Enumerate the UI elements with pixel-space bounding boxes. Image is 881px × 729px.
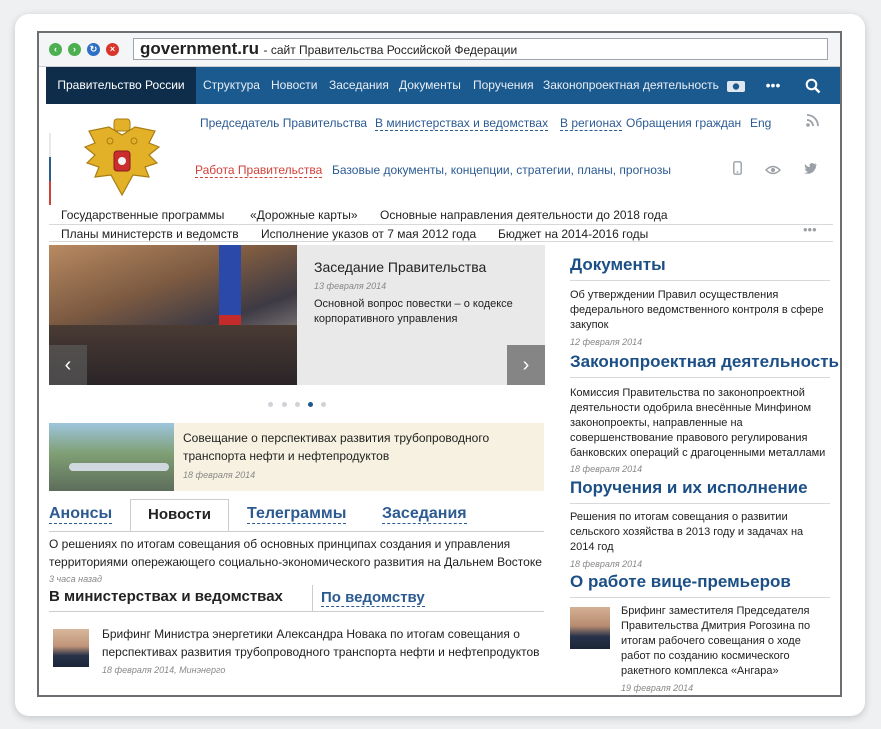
nav-documents[interactable]: Документы [399,67,461,104]
documents-heading[interactable]: Документы [570,255,666,275]
slider-title: Заседание Правительства [314,259,487,275]
more-links-icon[interactable]: ••• [803,222,817,237]
tab-announcements[interactable]: Анонсы [49,505,113,524]
link-english[interactable]: Eng [750,116,771,130]
divider [570,280,830,281]
link-decrees[interactable]: Исполнение указов от 7 мая 2012 года [261,227,476,241]
orders-heading[interactable]: Поручения и их исполнение [570,478,808,498]
divider [49,224,833,225]
link-appeals[interactable]: Обращения граждан [626,116,741,130]
link-gov-programs[interactable]: Государственные программы [61,208,224,222]
slider-dot[interactable] [321,402,326,407]
slider-dot[interactable] [295,402,300,407]
orders-date: 18 февраля 2014 [570,559,643,569]
flag-stripe-red [49,181,51,205]
more-icon[interactable]: ••• [758,67,788,104]
nav-meetings[interactable]: Заседания [329,67,389,104]
eye-icon[interactable] [765,163,781,178]
tab-by-ministry[interactable]: По ведомству [321,589,425,607]
slider-dot[interactable] [268,402,273,407]
divider [570,503,830,504]
lawmaking-heading[interactable]: Законопроектная деятельность [570,352,839,372]
slider-prev-icon[interactable]: ‹ [49,345,87,385]
documents-date: 12 февраля 2014 [570,337,643,347]
feature-news[interactable]: Совещание о перспективах развития трубоп… [49,423,544,491]
link-roadmaps[interactable]: «Дорожные карты» [250,208,358,222]
ministries-heading: В министерствах и ведомствах [49,588,283,605]
link-ministries[interactable]: В министерствах и ведомствах [375,116,549,131]
divider [570,377,830,378]
avatar [570,607,610,649]
vice-premiers-date: 19 февраля 2014 [621,683,694,693]
nav-lawmaking[interactable]: Законопроектная деятельность [543,67,719,104]
coat-of-arms-logo[interactable] [81,117,163,205]
news-item[interactable]: О решениях по итогам совещания об основн… [49,535,544,571]
link-main-directions[interactable]: Основные направления деятельности до 201… [380,208,668,222]
stop-icon[interactable]: × [106,43,119,56]
flag-stripe-blue [49,157,51,181]
twitter-icon[interactable] [804,162,818,177]
slider-dot[interactable] [282,402,287,407]
address-bar[interactable]: government.ru - сайт Правительства Росси… [133,38,828,60]
reload-icon[interactable]: ↻ [87,43,100,56]
page-title: - сайт Правительства Российской Федераци… [263,43,518,57]
tabs-divider [49,531,544,532]
divider [49,241,833,242]
divider [570,597,830,598]
slider-date: 13 февраля 2014 [314,281,387,291]
tab-meetings[interactable]: Заседания [382,505,467,524]
avatar [53,629,89,667]
pipeline-shape [69,463,169,471]
ministry-news-date: 18 февраля 2014, Минэнерго [102,665,226,675]
link-ministry-plans[interactable]: Планы министерств и ведомств [61,227,239,241]
divider [49,611,544,612]
browser-window: ‹ › ↻ × government.ru - сайт Правительст… [37,31,842,697]
documents-item[interactable]: Об утверждении Правил осуществления феде… [570,288,825,333]
nav-orders[interactable]: Поручения [473,67,534,104]
link-base-documents[interactable]: Базовые документы, концепции, стратегии,… [332,163,671,177]
slider-next-icon[interactable]: › [507,345,545,385]
tab-telegrams[interactable]: Телеграммы [247,505,347,524]
nav-news[interactable]: Новости [271,67,317,104]
forward-icon[interactable]: › [68,43,81,56]
orders-item[interactable]: Решения по итогам совещания о развитии с… [570,510,830,555]
slider-text: Основной вопрос повестки – о кодексе кор… [314,298,513,325]
search-icon[interactable] [798,67,828,104]
rss-icon[interactable] [806,114,819,130]
link-regions[interactable]: В регионах [560,116,622,131]
feature-news-date: 18 февраля 2014 [183,470,256,480]
browser-toolbar: ‹ › ↻ × government.ru - сайт Правительст… [39,33,840,67]
mobile-icon[interactable] [733,161,742,178]
url-domain: government.ru [140,39,260,58]
news-time: 3 часа назад [49,574,102,584]
pipeline-photo [49,423,174,491]
divider [312,585,313,612]
back-icon[interactable]: ‹ [49,43,62,56]
flag-stripe-white [49,133,51,157]
camera-icon[interactable] [721,67,751,104]
nav-home[interactable]: Правительство России [46,67,196,104]
vice-premiers-heading[interactable]: О работе вице-премьеров [570,572,791,592]
tab-news[interactable]: Новости [130,499,229,532]
ministry-news-item[interactable]: Брифинг Министра энергетики Александра Н… [102,625,542,661]
vice-premiers-item[interactable]: Брифинг заместителя Председателя Правите… [621,604,831,679]
lawmaking-date: 18 февраля 2014 [570,464,643,474]
feature-news-text: Совещание о перспективах развития трубоп… [183,431,490,463]
lawmaking-item[interactable]: Комиссия Правительства по законопроектно… [570,386,830,461]
flag-blue-band [219,245,241,315]
nav-structure[interactable]: Структура [203,67,260,104]
main-nav: Правительство России Структура Новости З… [46,67,840,104]
slider-dot-active[interactable] [308,402,313,407]
link-budget[interactable]: Бюджет на 2014-2016 годы [498,227,648,241]
link-gov-work[interactable]: Работа Правительства [195,163,323,178]
link-chairman[interactable]: Председатель Правительства [200,116,367,130]
